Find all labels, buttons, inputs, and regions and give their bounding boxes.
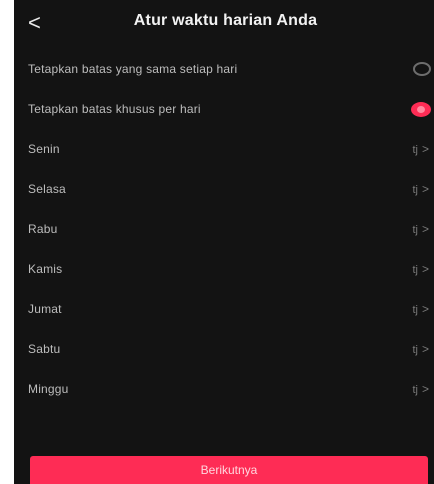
day-value: tj > [412, 302, 429, 316]
option-same-limit-label: Tetapkan batas yang sama setiap hari [28, 62, 238, 76]
day-row-senin[interactable]: Senin tj > [14, 132, 434, 170]
day-value-text: tj [412, 224, 418, 236]
day-row-jumat[interactable]: Jumat tj > [14, 292, 434, 330]
day-value: tj > [412, 262, 429, 276]
header: < Atur waktu harian Anda [14, 8, 434, 38]
day-value-text: tj [412, 344, 418, 356]
day-value-text: tj [412, 184, 418, 196]
chevron-right-icon: > [421, 182, 429, 196]
radio-unselected-icon[interactable] [413, 62, 431, 76]
day-label: Rabu [28, 222, 58, 236]
day-value: tj > [412, 142, 429, 156]
option-custom-limit-label: Tetapkan batas khusus per hari [28, 102, 201, 116]
day-value-text: tj [412, 384, 418, 396]
page-title: Atur waktu harian Anda [133, 12, 318, 29]
day-label: Sabtu [28, 342, 61, 356]
option-same-limit[interactable]: Tetapkan batas yang sama setiap hari [14, 52, 434, 90]
day-row-kamis[interactable]: Kamis tj > [14, 252, 434, 290]
option-custom-limit[interactable]: Tetapkan batas khusus per hari [14, 92, 434, 130]
daily-time-screen: < Atur waktu harian Anda Tetapkan batas … [14, 0, 434, 484]
chevron-right-icon: > [421, 222, 429, 236]
day-label: Selasa [28, 182, 66, 196]
day-value: tj > [412, 222, 429, 236]
chevron-right-icon: > [421, 262, 429, 276]
day-value-text: tj [412, 304, 418, 316]
day-value-text: tj [412, 264, 418, 276]
chevron-right-icon: > [421, 302, 429, 316]
day-value: tj > [412, 342, 429, 356]
next-button[interactable]: Berikutnya [30, 456, 428, 484]
day-label: Senin [28, 142, 60, 156]
day-value: tj > [412, 382, 429, 396]
day-value-text: tj [412, 144, 418, 156]
day-label: Minggu [28, 382, 69, 396]
chevron-right-icon: > [421, 382, 429, 396]
day-label: Jumat [28, 302, 62, 316]
day-row-rabu[interactable]: Rabu tj > [14, 212, 434, 250]
radio-dot [417, 106, 425, 113]
chevron-right-icon: > [421, 342, 429, 356]
day-row-sabtu[interactable]: Sabtu tj > [14, 332, 434, 370]
day-row-minggu[interactable]: Minggu tj > [14, 372, 434, 410]
day-row-selasa[interactable]: Selasa tj > [14, 172, 434, 210]
chevron-right-icon: > [421, 142, 429, 156]
day-value: tj > [412, 182, 429, 196]
radio-selected-icon[interactable] [411, 102, 431, 117]
day-label: Kamis [28, 262, 63, 276]
